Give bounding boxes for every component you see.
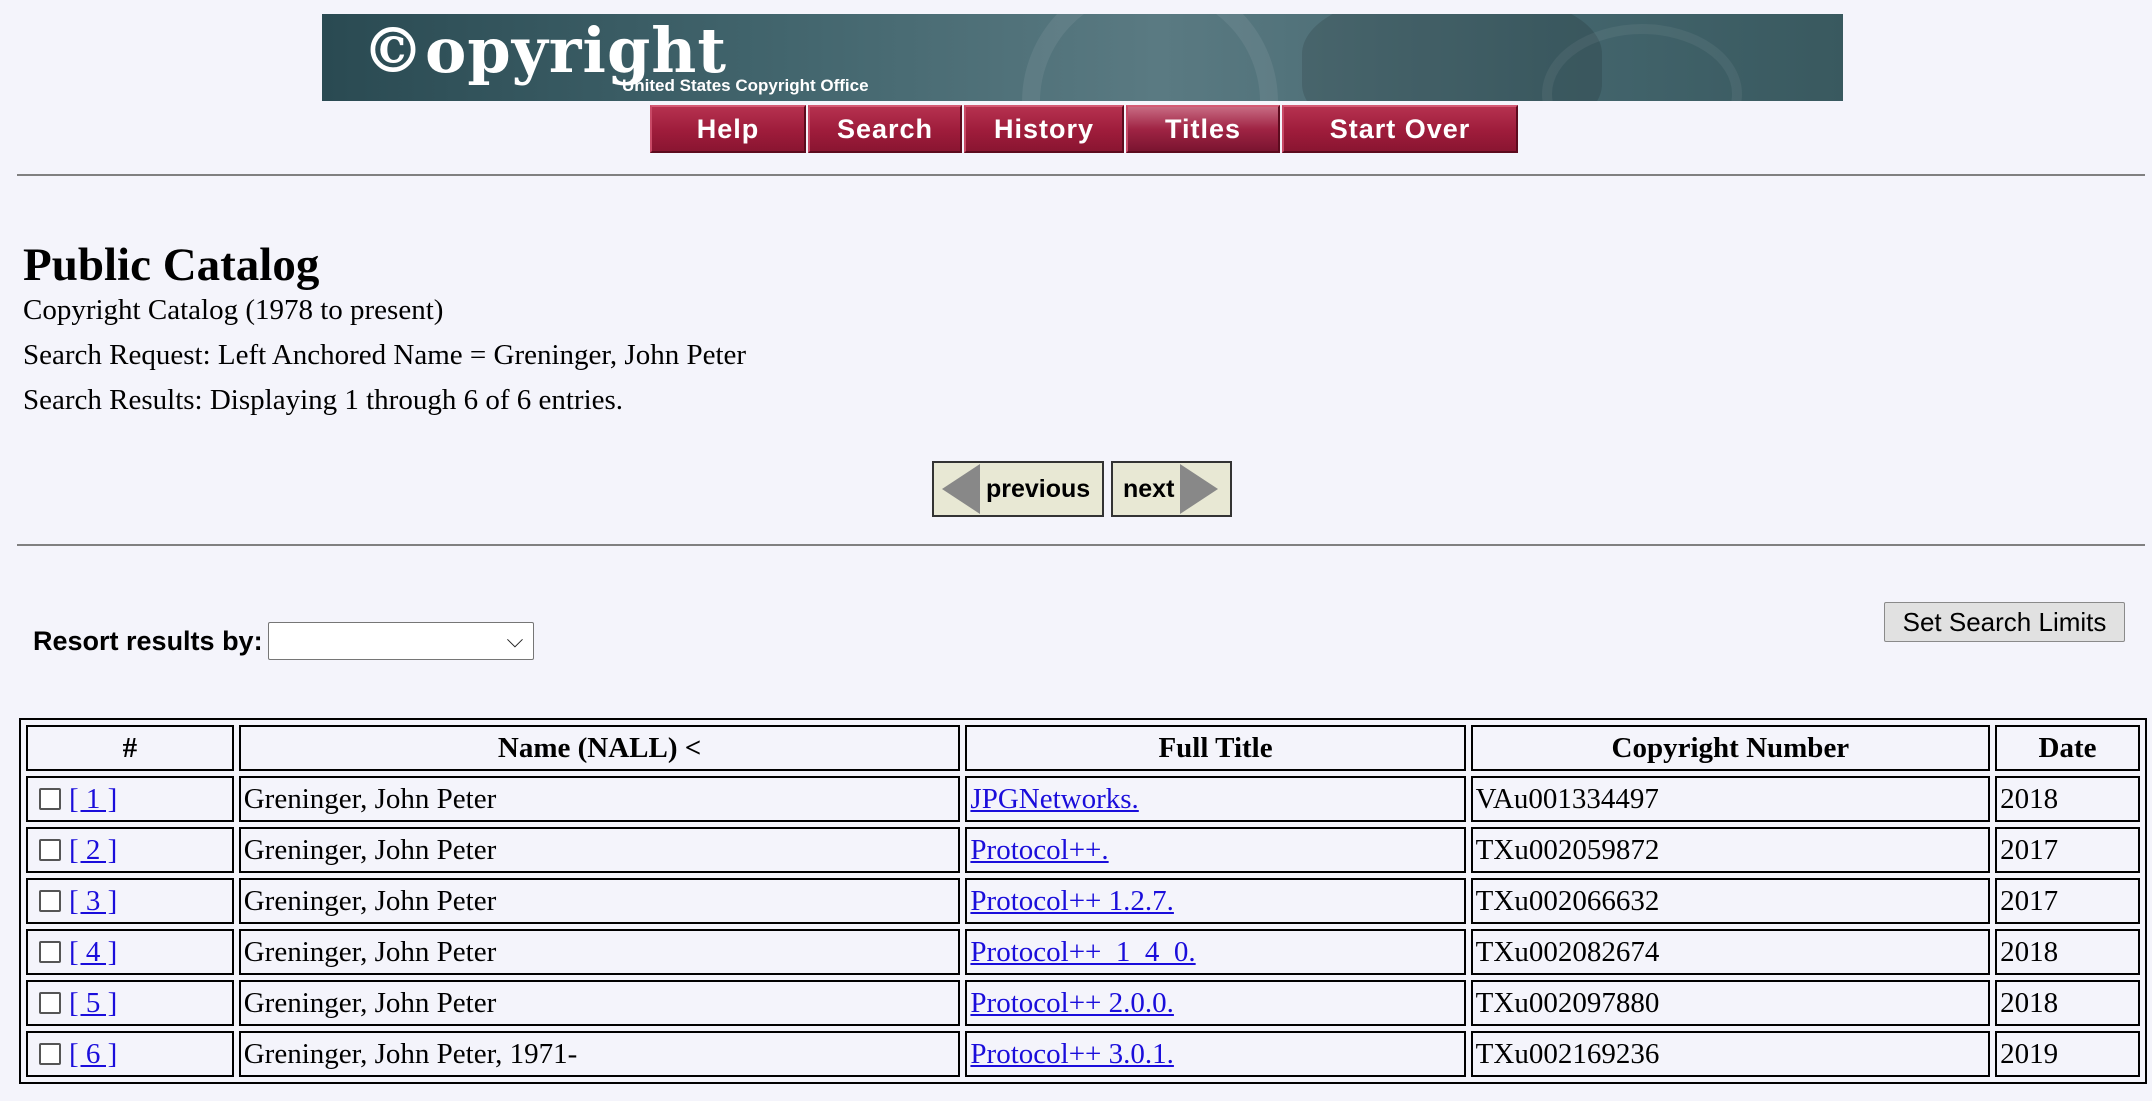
record-number-link[interactable]: [ 2 ] [69, 834, 117, 866]
nav-help-button[interactable]: Help [650, 105, 806, 153]
next-page-button[interactable]: next [1111, 461, 1232, 517]
name-cell: Greninger, John Peter [238, 827, 961, 873]
table-row: [ 1 ] Greninger, John Peter JPGNetworks.… [26, 776, 2140, 822]
copyright-office-banner: ©opyright United States Copyright Office [322, 14, 1843, 101]
record-number-link[interactable]: [ 6 ] [69, 1038, 117, 1070]
resort-label: Resort results by: [33, 626, 263, 656]
catalog-name: Copyright Catalog (1978 to present) [23, 294, 444, 326]
search-request-text: Search Request: Left Anchored Name = Gre… [23, 339, 747, 371]
divider [17, 174, 2145, 176]
title-link[interactable]: Protocol++ 2.0.0. [970, 987, 1173, 1019]
title-link[interactable]: Protocol++_1_4_0. [970, 936, 1195, 968]
date-cell: 2018 [1995, 980, 2140, 1026]
date-cell: 2019 [1995, 1031, 2140, 1077]
row-number-cell: [ 1 ] [26, 776, 234, 822]
row-number-cell: [ 5 ] [26, 980, 234, 1026]
table-row: [ 3 ] Greninger, John Peter Protocol++ 1… [26, 878, 2140, 924]
top-nav: Help Search History Titles Start Over [650, 105, 1520, 153]
copyright-number-cell: TXu002059872 [1470, 827, 1991, 873]
row-checkbox[interactable] [39, 1042, 61, 1065]
chevron-down-icon: ⌵ [506, 628, 524, 653]
row-number-cell: [ 4 ] [26, 929, 234, 975]
column-header-date: Date [1995, 725, 2140, 771]
row-checkbox[interactable] [39, 991, 61, 1014]
name-cell: Greninger, John Peter [238, 878, 961, 924]
name-cell: Greninger, John Peter [238, 776, 961, 822]
copyright-number-cell: TXu002097880 [1470, 980, 1991, 1026]
title-cell: Protocol++. [965, 827, 1466, 873]
row-number-cell: [ 2 ] [26, 827, 234, 873]
record-number-link[interactable]: [ 4 ] [69, 936, 117, 968]
column-header-full-title: Full Title [965, 725, 1466, 771]
banner-decoration [1022, 14, 1278, 101]
title-link[interactable]: Protocol++ 3.0.1. [970, 1038, 1173, 1070]
column-header-name[interactable]: Name (NALL) < [238, 725, 961, 771]
table-row: [ 2 ] Greninger, John Peter Protocol++. … [26, 827, 2140, 873]
copyright-number-cell: TXu002082674 [1470, 929, 1991, 975]
previous-label: previous [986, 474, 1091, 503]
row-number-cell: [ 3 ] [26, 878, 234, 924]
name-cell: Greninger, John Peter [238, 929, 961, 975]
title-cell: Protocol++ 2.0.0. [965, 980, 1466, 1026]
title-cell: JPGNetworks. [965, 776, 1466, 822]
resort-select[interactable]: ⌵ [268, 622, 534, 660]
title-link[interactable]: JPGNetworks. [970, 783, 1138, 815]
nav-history-button[interactable]: History [964, 105, 1124, 153]
column-header-copyright-number: Copyright Number [1470, 725, 1991, 771]
table-row: [ 4 ] Greninger, John Peter Protocol++_1… [26, 929, 2140, 975]
results-table: # Name (NALL) < Full Title Copyright Num… [19, 718, 2147, 1084]
name-cell: Greninger, John Peter [238, 980, 961, 1026]
nav-start-over-button[interactable]: Start Over [1282, 105, 1518, 153]
page-title: Public Catalog [23, 239, 320, 291]
row-checkbox[interactable] [39, 889, 61, 912]
nav-titles-button[interactable]: Titles [1126, 105, 1280, 153]
row-checkbox[interactable] [39, 940, 61, 963]
date-cell: 2018 [1995, 776, 2140, 822]
divider [17, 544, 2145, 546]
previous-page-button[interactable]: previous [932, 461, 1104, 517]
table-row: [ 6 ] Greninger, John Peter, 1971- Proto… [26, 1031, 2140, 1077]
nav-search-button[interactable]: Search [808, 105, 962, 153]
set-search-limits-button[interactable]: Set Search Limits [1884, 602, 2125, 642]
title-link[interactable]: Protocol++. [970, 834, 1108, 866]
copyright-number-cell: TXu002169236 [1470, 1031, 1991, 1077]
row-checkbox[interactable] [39, 787, 61, 810]
copyright-logo: ©opyright [362, 14, 728, 87]
name-cell: Greninger, John Peter, 1971- [238, 1031, 961, 1077]
row-checkbox[interactable] [39, 838, 61, 861]
title-cell: Protocol++ 1.2.7. [965, 878, 1466, 924]
title-cell: Protocol++ 3.0.1. [965, 1031, 1466, 1077]
copyright-number-cell: VAu001334497 [1470, 776, 1991, 822]
next-label: next [1123, 474, 1175, 503]
banner-subtitle: United States Copyright Office [622, 76, 869, 95]
title-link[interactable]: Protocol++ 1.2.7. [970, 885, 1173, 917]
record-number-link[interactable]: [ 3 ] [69, 885, 117, 917]
date-cell: 2018 [1995, 929, 2140, 975]
date-cell: 2017 [1995, 827, 2140, 873]
right-arrow-icon [1180, 464, 1219, 514]
table-row: [ 5 ] Greninger, John Peter Protocol++ 2… [26, 980, 2140, 1026]
left-arrow-icon [942, 464, 980, 514]
date-cell: 2017 [1995, 878, 2140, 924]
search-results-text: Search Results: Displaying 1 through 6 o… [23, 384, 624, 416]
row-number-cell: [ 6 ] [26, 1031, 234, 1077]
record-number-link[interactable]: [ 5 ] [69, 987, 117, 1019]
column-header-number: # [26, 725, 234, 771]
title-cell: Protocol++_1_4_0. [965, 929, 1466, 975]
copyright-number-cell: TXu002066632 [1470, 878, 1991, 924]
table-header-row: # Name (NALL) < Full Title Copyright Num… [26, 725, 2140, 771]
record-number-link[interactable]: [ 1 ] [69, 783, 117, 815]
